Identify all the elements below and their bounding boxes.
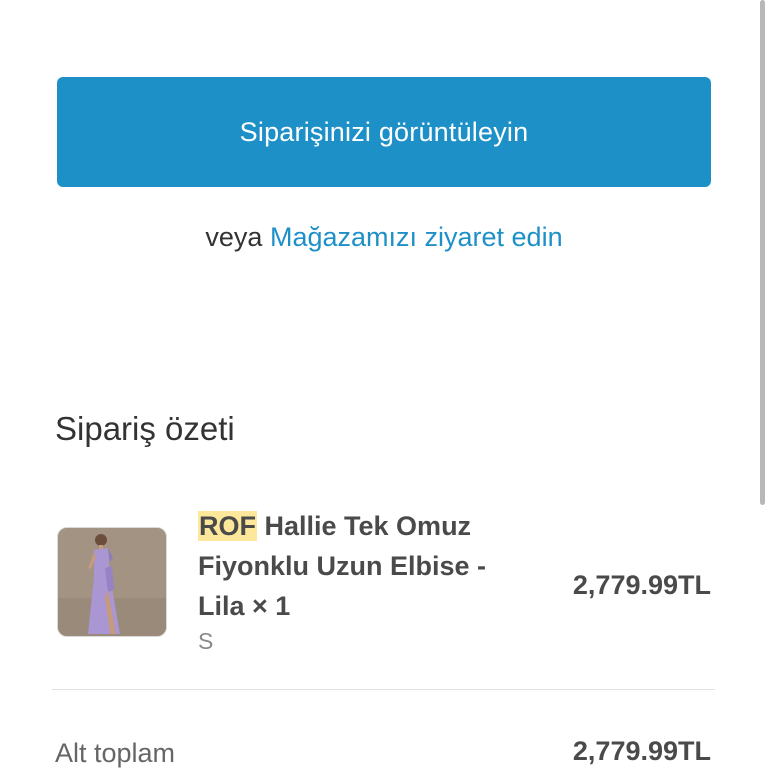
product-brand: ROF	[198, 511, 257, 541]
visit-store-link[interactable]: Mağazamızı ziyaret edin	[270, 222, 563, 252]
product-variant: S	[198, 628, 214, 654]
divider	[52, 689, 715, 690]
continue-shopping-row: veya Mağazamızı ziyaret edin	[0, 222, 768, 253]
product-image	[57, 527, 167, 637]
product-price: 2,779.99TL	[572, 570, 711, 600]
order-confirmation-page: Siparişinizi görüntüleyin veya Mağazamız…	[0, 0, 768, 768]
view-order-button[interactable]: Siparişinizi görüntüleyin	[57, 77, 711, 187]
order-summary-title: Sipariş özeti	[55, 410, 235, 447]
subtotal-label: Alt toplam	[55, 738, 176, 768]
view-order-button-label: Siparişinizi görüntüleyin	[239, 116, 529, 147]
product-title: ROF Hallie Tek Omuz Fiyonklu Uzun Elbise…	[198, 506, 518, 626]
dress-photo-icon	[58, 528, 166, 636]
or-text: veya	[205, 222, 263, 252]
subtotal-value: 2,779.99TL	[572, 736, 711, 766]
